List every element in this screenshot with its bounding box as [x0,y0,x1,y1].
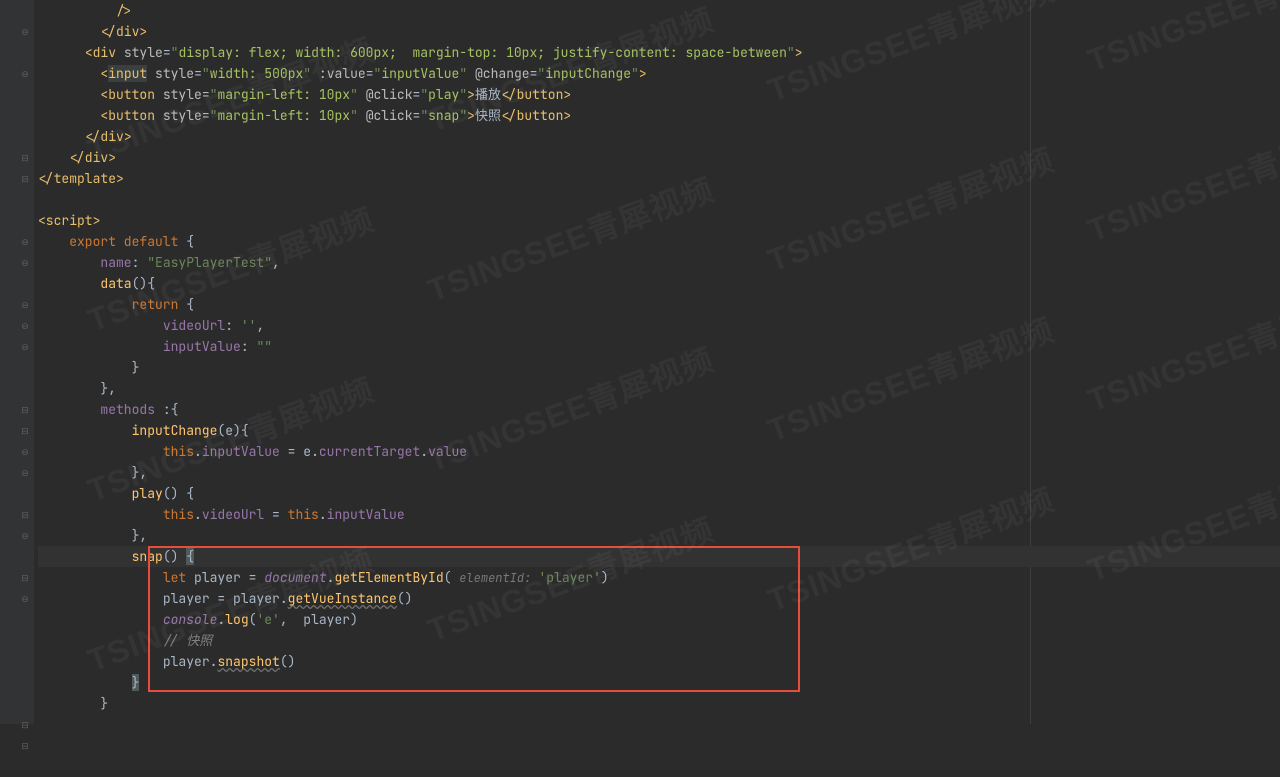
code-line[interactable]: </template> [38,168,1280,189]
code-line[interactable]: }, [38,378,1280,399]
code-line[interactable]: inputValue: "" [38,336,1280,357]
fold-icon[interactable]: ⊟ [20,720,30,730]
fold-icon[interactable]: ⊖ [20,27,30,37]
code-line[interactable]: this.inputValue = e.currentTarget.value [38,441,1280,462]
code-line[interactable]: } [38,357,1280,378]
fold-icon[interactable]: ⊖ [20,258,30,268]
code-area[interactable]: /> </div> <div style="display: flex; wid… [34,0,1280,724]
code-line[interactable]: name: "EasyPlayerTest", [38,252,1280,273]
code-editor: ⊖ ⊖ ⊟ ⊟ ⊖ ⊖ ⊖ ⊖ ⊖ ⊟ ⊟ ⊖ ⊖ ⊟ ⊖ ⊟ ⊖ ⊟ ⊟ [0,0,1280,724]
code-line[interactable] [38,189,1280,210]
code-line[interactable]: </div> [38,147,1280,168]
fold-icon[interactable]: ⊟ [20,741,30,751]
fold-icon[interactable]: ⊖ [20,300,30,310]
fold-icon[interactable]: ⊟ [20,153,30,163]
code-line[interactable]: <button style="margin-left: 10px" @click… [38,84,1280,105]
fold-icon[interactable] [20,132,30,142]
code-line[interactable]: }, [38,525,1280,546]
code-line-current[interactable]: snap() { [38,546,1280,567]
fold-icon[interactable]: ⊟ [20,510,30,520]
fold-icon[interactable] [20,90,30,100]
code-line[interactable] [38,714,1280,735]
code-line[interactable]: export default { [38,231,1280,252]
code-line[interactable]: // 快照 [38,630,1280,651]
code-line[interactable]: </div> [38,126,1280,147]
code-line[interactable]: data(){ [38,273,1280,294]
code-line[interactable]: } [38,672,1280,693]
fold-icon[interactable] [20,48,30,58]
code-line[interactable]: <script> [38,210,1280,231]
code-line[interactable]: console.log('e', player) [38,609,1280,630]
editor-gutter: ⊖ ⊖ ⊟ ⊟ ⊖ ⊖ ⊖ ⊖ ⊖ ⊟ ⊟ ⊖ ⊖ ⊟ ⊖ ⊟ ⊖ ⊟ ⊟ [0,0,34,724]
code-line[interactable]: play() { [38,483,1280,504]
code-line[interactable]: /> [38,0,1280,21]
fold-icon[interactable]: ⊟ [20,174,30,184]
fold-icon[interactable] [20,6,30,16]
code-line[interactable]: <button style="margin-left: 10px" @click… [38,105,1280,126]
fold-icon[interactable]: ⊖ [20,468,30,478]
fold-icon[interactable]: ⊖ [20,447,30,457]
code-line[interactable]: } [38,693,1280,714]
fold-icon[interactable]: ⊖ [20,237,30,247]
code-line[interactable]: videoUrl: '', [38,315,1280,336]
fold-icon[interactable]: ⊖ [20,321,30,331]
code-line[interactable]: this.videoUrl = this.inputValue [38,504,1280,525]
fold-icon[interactable]: ⊖ [20,594,30,604]
code-line[interactable]: methods :{ [38,399,1280,420]
code-line[interactable]: <input style="width: 500px" :value="inpu… [38,63,1280,84]
fold-icon[interactable] [20,111,30,121]
code-line[interactable]: return { [38,294,1280,315]
fold-icon[interactable]: ⊖ [20,342,30,352]
code-line[interactable]: player.snapshot() [38,651,1280,672]
code-line[interactable]: player = player.getVueInstance() [38,588,1280,609]
code-line[interactable]: </div> [38,21,1280,42]
fold-icon[interactable]: ⊖ [20,69,30,79]
code-line[interactable]: let player = document.getElementById( el… [38,567,1280,588]
code-line[interactable]: }, [38,462,1280,483]
code-line[interactable]: inputChange(e){ [38,420,1280,441]
fold-icon[interactable]: ⊟ [20,573,30,583]
fold-icon[interactable]: ⊖ [20,531,30,541]
fold-icon[interactable]: ⊟ [20,405,30,415]
fold-icon[interactable]: ⊟ [20,426,30,436]
code-line[interactable]: <div style="display: flex; width: 600px;… [38,42,1280,63]
